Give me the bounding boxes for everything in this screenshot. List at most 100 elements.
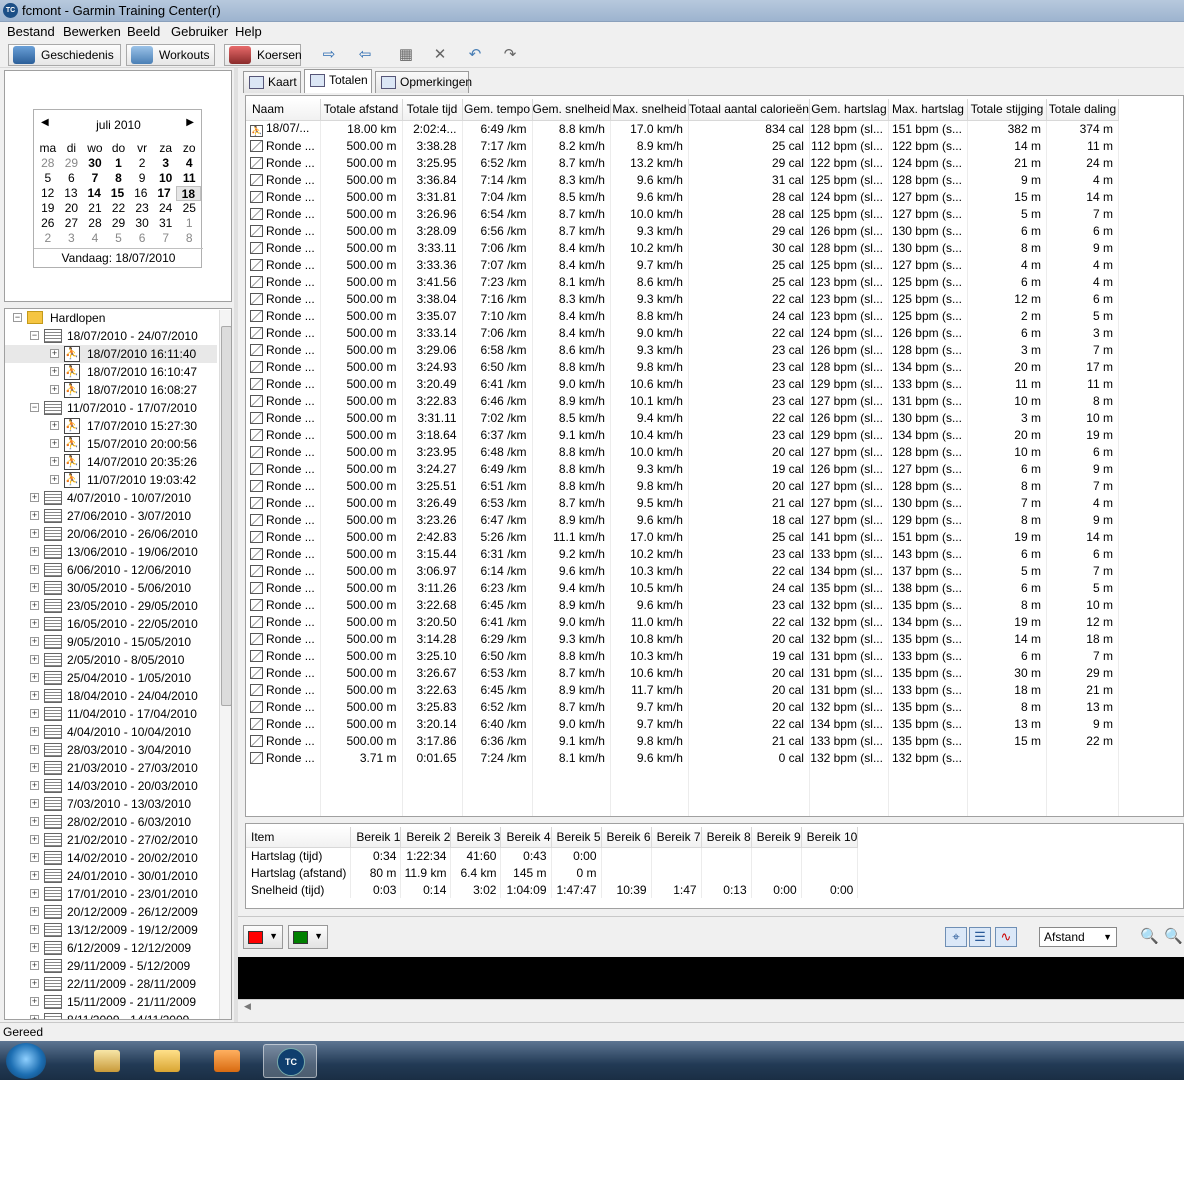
table-row[interactable]: Ronde ... 500.00 m 3:20.50 6:41 /km 9.0 km/h… — [246, 613, 1119, 630]
expand-icon[interactable]: + — [30, 691, 39, 700]
column-header[interactable]: Bereik 10 — [801, 827, 859, 848]
table-row[interactable]: Hartslag (afstand) 80 m 11.9 km 6.4 km 145 m… — [246, 864, 859, 881]
calendar-day[interactable]: 24 — [154, 201, 178, 216]
expand-icon[interactable]: + — [50, 349, 59, 358]
tree-week[interactable]: +22/11/2009 - 28/11/2009 — [5, 975, 217, 993]
menu-beeld[interactable]: Beeld — [127, 24, 160, 39]
calendar-day[interactable]: 7 — [154, 231, 178, 246]
table-row[interactable]: Ronde ... 500.00 m 3:15.44 6:31 /km 9.2 km/h… — [246, 545, 1119, 562]
expand-icon[interactable]: + — [30, 727, 39, 736]
tree-activity[interactable]: + ⛹ 15/07/2010 20:00:56 — [5, 435, 217, 453]
calendar-day[interactable]: 22 — [107, 201, 131, 216]
tab-opmerkingen[interactable]: Opmerkingen — [375, 71, 472, 93]
taskbar-explorer[interactable] — [80, 1044, 134, 1078]
calendar-day[interactable]: 7 — [83, 171, 107, 186]
tree-week[interactable]: +13/12/2009 - 19/12/2009 — [5, 921, 217, 939]
calendar-day[interactable]: 30 — [130, 216, 154, 231]
calendar-day[interactable]: 3 — [60, 231, 84, 246]
table-row[interactable]: Ronde ... 500.00 m 3:26.67 6:53 /km 8.7 km/h… — [246, 664, 1119, 681]
graph-icon[interactable]: ∿ — [995, 927, 1017, 947]
calendar-day[interactable]: 6 — [60, 171, 84, 186]
tree-week[interactable]: +7/03/2010 - 13/03/2010 — [5, 795, 217, 813]
tree-activity[interactable]: + ⛹ 14/07/2010 20:35:26 — [5, 453, 217, 471]
calendar-day[interactable]: 1 — [177, 216, 201, 231]
tree-week[interactable]: +24/01/2010 - 30/01/2010 — [5, 867, 217, 885]
table-row[interactable]: Ronde ... 500.00 m 3:24.27 6:49 /km 8.8 km/h… — [246, 460, 1119, 477]
collapse-icon[interactable]: − — [30, 331, 39, 340]
table-row[interactable]: Ronde ... 500.00 m 3:20.14 6:40 /km 9.0 km/h… — [246, 715, 1119, 732]
column-header[interactable]: Bereik 2 — [400, 827, 452, 848]
calendar-day[interactable]: 2 — [130, 156, 154, 171]
calendar-day[interactable]: 15 — [106, 186, 129, 201]
calendar-day[interactable]: 27 — [60, 216, 84, 231]
calendar-day[interactable]: 28 — [83, 216, 107, 231]
calendar-day[interactable]: 20 — [60, 201, 84, 216]
expand-icon[interactable]: + — [30, 889, 39, 898]
expand-icon[interactable]: + — [30, 547, 39, 556]
calendar-day[interactable]: 29 — [60, 156, 84, 171]
calendar-today[interactable]: Vandaag: 18/07/2010 — [34, 248, 203, 265]
calendar-day[interactable]: 19 — [36, 201, 60, 216]
table-row[interactable]: Ronde ... 500.00 m 3:31.11 7:02 /km 8.5 km/h… — [246, 409, 1119, 426]
table-row[interactable]: Ronde ... 500.00 m 3:25.51 6:51 /km 8.8 km/h… — [246, 477, 1119, 494]
table-row[interactable]: Ronde ... 500.00 m 3:38.28 7:17 /km 8.2 km/h… — [246, 137, 1119, 154]
expand-icon[interactable]: + — [30, 961, 39, 970]
column-header[interactable]: Gem. hartslag — [809, 99, 889, 121]
table-row[interactable]: Ronde ... 500.00 m 3:20.49 6:41 /km 9.0 km/h… — [246, 375, 1119, 392]
menu-bewerken[interactable]: Bewerken — [63, 24, 121, 39]
column-header[interactable]: Totale daling — [1046, 99, 1119, 121]
expand-icon[interactable]: + — [50, 367, 59, 376]
tree-activity[interactable]: + ⛹ 18/07/2010 16:11:40 — [5, 345, 217, 363]
expand-icon[interactable]: + — [30, 835, 39, 844]
tree-week[interactable]: +17/01/2010 - 23/01/2010 — [5, 885, 217, 903]
table-row[interactable]: Ronde ... 500.00 m 3:22.68 6:45 /km 8.9 km/h… — [246, 596, 1119, 613]
tree-scrollbar-thumb[interactable] — [221, 326, 231, 706]
table-row[interactable]: Ronde ... 500.00 m 3:17.86 6:36 /km 9.1 km/h… — [246, 732, 1119, 749]
table-row[interactable]: Snelheid (tijd) 0:03 0:14 3:02 1:04:09 1:47:4… — [246, 881, 859, 898]
expand-icon[interactable]: + — [30, 925, 39, 934]
expand-icon[interactable]: + — [30, 619, 39, 628]
column-header[interactable]: Max. hartslag — [888, 99, 968, 121]
table-row[interactable]: Ronde ... 500.00 m 3:18.64 6:37 /km 9.1 km/h… — [246, 426, 1119, 443]
expand-icon[interactable]: + — [30, 1015, 39, 1019]
table-row[interactable]: Ronde ... 500.00 m 3:24.93 6:50 /km 8.8 km/h… — [246, 358, 1119, 375]
tree-week[interactable]: +30/05/2010 - 5/06/2010 — [5, 579, 217, 597]
expand-icon[interactable]: + — [30, 871, 39, 880]
tree-week[interactable]: +25/04/2010 - 1/05/2010 — [5, 669, 217, 687]
table-row[interactable]: ⛹ 18/07/... 18.00 km 2:02:4... 6:49 /km 8.8 k… — [246, 120, 1119, 137]
calendar-day[interactable]: 21 — [83, 201, 107, 216]
expand-icon[interactable]: + — [30, 763, 39, 772]
next-month-icon[interactable]: ▶ — [186, 117, 194, 128]
expand-icon[interactable]: + — [30, 745, 39, 754]
workouts-button[interactable]: Workouts — [126, 44, 215, 66]
calendar-day[interactable]: 9 — [130, 171, 154, 186]
delete-icon[interactable]: ✕ — [430, 46, 450, 64]
table-row[interactable]: Ronde ... 500.00 m 3:29.06 6:58 /km 8.6 km/h… — [246, 341, 1119, 358]
calendar-day[interactable]: 30 — [83, 156, 107, 171]
tree-week[interactable]: +21/02/2010 - 27/02/2010 — [5, 831, 217, 849]
collapse-icon[interactable]: − — [13, 313, 22, 322]
tree-activity[interactable]: + ⛹ 18/07/2010 16:10:47 — [5, 363, 217, 381]
table-row[interactable]: Ronde ... 500.00 m 3:26.96 6:54 /km 8.7 km/h… — [246, 205, 1119, 222]
table-row[interactable]: Ronde ... 500.00 m 3:31.81 7:04 /km 8.5 km/h… — [246, 188, 1119, 205]
expand-icon[interactable]: + — [30, 673, 39, 682]
x-axis-select[interactable]: Afstand ▼ — [1039, 927, 1117, 947]
tree-week[interactable]: +20/06/2010 - 26/06/2010 — [5, 525, 217, 543]
calendar-day[interactable]: 17 — [152, 186, 175, 201]
zoom-out-icon[interactable]: 🔍 — [1164, 927, 1183, 945]
print-icon[interactable]: ▦ — [396, 46, 416, 64]
table-row[interactable]: Ronde ... 500.00 m 2:42.83 5:26 /km 11.1 km/… — [246, 528, 1119, 545]
table-row[interactable]: Ronde ... 500.00 m 3:26.49 6:53 /km 8.7 km/h… — [246, 494, 1119, 511]
graph-scrollbar[interactable]: ◀ — [238, 999, 1184, 1015]
table-row[interactable]: Ronde ... 500.00 m 3:06.97 6:14 /km 9.6 km/h… — [246, 562, 1119, 579]
expand-icon[interactable]: + — [30, 655, 39, 664]
calendar-day[interactable]: 10 — [154, 171, 178, 186]
table-row[interactable]: Ronde ... 500.00 m 3:33.14 7:06 /km 8.4 km/h… — [246, 324, 1119, 341]
table-row[interactable]: Ronde ... 500.00 m 3:25.83 6:52 /km 8.7 km/h… — [246, 698, 1119, 715]
expand-icon[interactable]: + — [30, 997, 39, 1006]
expand-icon[interactable]: + — [30, 853, 39, 862]
expand-icon[interactable]: + — [30, 781, 39, 790]
column-header[interactable]: Gem. snelheid — [532, 99, 611, 121]
column-header[interactable]: Totale afstand — [320, 99, 403, 121]
calendar-day[interactable]: 4 — [177, 156, 201, 171]
